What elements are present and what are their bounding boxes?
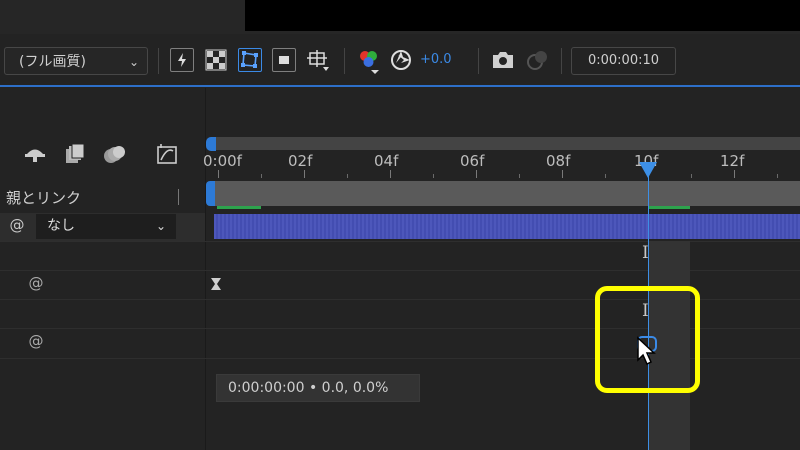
chevron-down-icon: ⌄ — [155, 219, 166, 233]
keyframe-tooltip: 0:00:00:00 • 0.0, 0.0% — [216, 374, 420, 402]
toolbar-separator — [344, 48, 345, 74]
tick-mark — [304, 170, 305, 178]
current-time-indicator-head[interactable] — [639, 162, 657, 178]
tick-mark — [218, 170, 219, 178]
cached-frames-indicator — [648, 206, 690, 209]
tick-mark — [347, 174, 348, 178]
tick-label: 02f — [288, 152, 313, 170]
tick-mark — [734, 170, 735, 178]
parent-link-header: 親とリンク — [6, 189, 82, 207]
show-snapshot-icon[interactable] — [526, 49, 550, 75]
tick-mark — [390, 170, 391, 178]
toolbar-separator — [561, 48, 562, 74]
parent-dropdown[interactable]: なし ⌄ — [36, 214, 176, 239]
toolbar-separator — [158, 48, 159, 74]
parent-dropdown-value: なし — [47, 218, 75, 234]
column-separator[interactable] — [178, 189, 179, 205]
work-area-start-handle[interactable] — [206, 181, 215, 206]
tick-mark — [261, 174, 262, 178]
toolbar-separator — [478, 48, 479, 74]
tick-mark — [605, 174, 606, 178]
exposure-value[interactable]: +0.0 — [420, 52, 452, 67]
resolution-dropdown[interactable]: (フル画質) ⌄ — [4, 47, 148, 75]
chevron-down-icon: ⌄ — [128, 55, 139, 69]
pick-whip-icon[interactable]: @ — [26, 332, 46, 352]
snapshot-camera-icon[interactable] — [491, 50, 515, 74]
color-channels-icon[interactable] — [357, 47, 381, 79]
current-time-display[interactable]: 0:00:00:10 — [571, 47, 676, 75]
mask-path-icon[interactable] — [238, 48, 262, 72]
keyframe-icon[interactable] — [210, 277, 222, 295]
shy-layers-icon[interactable] — [24, 143, 46, 165]
panel-focus-line — [0, 85, 800, 87]
motion-blur-icon[interactable] — [103, 143, 125, 165]
tick-mark — [691, 174, 692, 178]
tick-mark — [433, 174, 434, 178]
tick-mark — [476, 170, 477, 178]
composition-viewer[interactable] — [245, 0, 800, 31]
graph-editor-icon[interactable] — [156, 143, 178, 165]
frame-blending-icon[interactable] — [64, 143, 86, 165]
transparency-grid-icon[interactable] — [204, 48, 228, 72]
tick-label: 04f — [374, 152, 399, 170]
guides-icon[interactable] — [306, 48, 330, 72]
tick-label: 06f — [460, 152, 485, 170]
work-area-bar[interactable] — [214, 181, 800, 206]
resolution-label: (フル画質) — [19, 54, 86, 70]
region-of-interest-icon[interactable] — [272, 48, 296, 72]
fast-preview-icon[interactable] — [170, 48, 194, 72]
pick-whip-icon[interactable]: @ — [7, 216, 27, 236]
exposure-reset-icon[interactable] — [390, 49, 412, 75]
annotation-highlight-box — [595, 286, 700, 393]
tick-label: 0:00f — [203, 152, 242, 170]
tick-mark — [519, 174, 520, 178]
cached-frames-indicator — [217, 206, 261, 209]
pick-whip-icon[interactable]: @ — [26, 274, 46, 294]
tick-mark — [562, 170, 563, 178]
tick-label: 12f — [720, 152, 745, 170]
tick-label: 08f — [546, 152, 571, 170]
time-navigator[interactable] — [206, 137, 800, 150]
tick-mark — [777, 174, 778, 178]
time-navigator-start-handle[interactable] — [206, 137, 216, 151]
layer-duration-bar[interactable] — [214, 214, 800, 239]
